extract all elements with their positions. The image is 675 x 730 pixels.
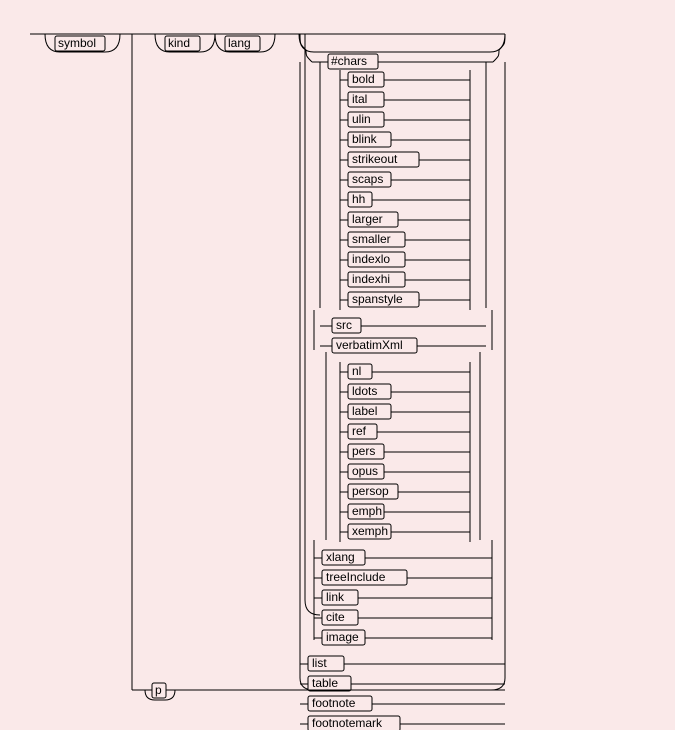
label-list: list [312,656,327,670]
label-blink: blink [352,132,378,146]
group3-rows: xlang treeInclude link cite image [314,550,492,645]
label-cite: cite [326,610,345,624]
label-label: label [352,404,377,418]
label-p: p [155,683,162,697]
label-smaller: smaller [352,232,391,246]
label-ref: ref [352,424,367,438]
label-src: src [336,318,352,332]
node-p: p [152,683,166,698]
syntax-diagram: symbol kind lang [0,0,675,730]
label-xemph: xemph [352,524,388,538]
label-strikeout: strikeout [352,152,398,166]
arc-outer-l1 [299,34,314,52]
label-footnote: footnote [312,696,356,710]
label-persop: persop [352,484,389,498]
label-kind: kind [168,36,190,50]
label-chars: #chars [331,54,367,68]
label-emph: emph [352,504,382,518]
label-symbol: symbol [58,36,96,50]
arc-outer-l-deep [305,34,320,615]
label-indexlo: indexlo [352,252,390,266]
label-pers: pers [352,444,375,458]
node-kind: kind [165,36,200,51]
label-table: table [312,676,338,690]
arc-outer-r1 [490,34,505,52]
label-ital: ital [352,92,367,106]
label-indexhi: indexhi [352,272,390,286]
label-verbatimxml: verbatimXml [336,338,403,352]
node-chars: #chars [328,54,378,69]
label-treeinclude: treeInclude [326,570,386,584]
label-link: link [326,590,345,604]
node-symbol: symbol [55,36,105,51]
group4-rows: listtablefootnotefootnotemarkfootnotetex… [300,656,505,730]
label-ldots: ldots [352,384,377,398]
label-opus: opus [352,464,378,478]
group1-rows: bold ital ulin blink strikeout scaps hh larger s… [340,70,470,310]
label-hh: hh [352,192,365,206]
label-footnotemark: footnotemark [312,716,383,730]
group2a-rows: src verbatimXml [320,318,486,353]
label-larger: larger [352,212,383,226]
label-image: image [326,630,359,644]
label-lang: lang [228,36,251,50]
label-ulin: ulin [352,112,371,126]
label-scaps: scaps [352,172,383,186]
label-bold: bold [352,72,375,86]
group2b-rows: nl ldots label ref pers opus persop emph xemph [340,362,470,542]
label-spanstyle: spanstyle [352,292,403,306]
label-xlang: xlang [326,550,355,564]
node-lang: lang [225,36,260,51]
label-nl: nl [352,364,361,378]
